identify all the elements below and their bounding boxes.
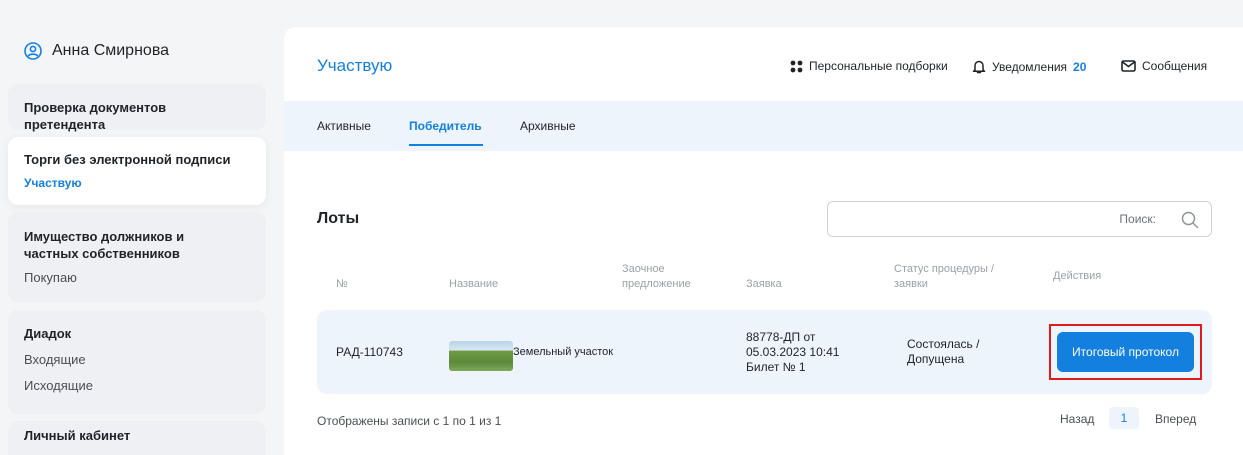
sidebar-card-document-check[interactable]: Проверка документов претендента: [8, 84, 266, 132]
search-input[interactable]: Поиск:: [827, 201, 1212, 237]
page-title: Участвую: [317, 56, 393, 75]
personal-selections-link[interactable]: Персональные подборки: [790, 59, 948, 73]
column-header-status: Статус процедуры / заявки: [894, 263, 995, 290]
messages-label: Сообщения: [1142, 59, 1208, 73]
records-summary: Отображены записи с 1 по 1 из 1: [317, 414, 502, 428]
active-tab-indicator: [409, 144, 483, 146]
lot-name[interactable]: Земельный участок: [513, 345, 613, 360]
notifications-label: Уведомления: [992, 59, 1068, 74]
grid-dots-icon: [790, 60, 803, 72]
sidebar-card-title: Имущество должников и частных собственни…: [24, 229, 185, 261]
sidebar-item-buy[interactable]: Покупаю: [24, 269, 250, 286]
sidebar-card-no-signature[interactable]: Торги без электронной подписи Участвую: [8, 137, 266, 205]
tab-active[interactable]: Активные: [317, 119, 371, 133]
lot-thumbnail: [449, 341, 513, 371]
status-line-2: Допущена: [907, 352, 965, 366]
final-protocol-button[interactable]: Итоговый протокол: [1057, 332, 1194, 372]
sidebar-card-title: Проверка документов претендента: [24, 100, 167, 132]
application-line-2: 05.03.2023 10:41: [746, 345, 840, 359]
sidebar-item-incoming[interactable]: Входящие: [24, 351, 250, 368]
personal-selections-label: Персональные подборки: [809, 59, 948, 73]
column-header-number: №: [336, 278, 348, 290]
tab-archive[interactable]: Архивные: [520, 119, 576, 133]
envelope-icon: [1121, 60, 1136, 72]
lot-number[interactable]: РАД-110743: [336, 345, 403, 360]
messages-link[interactable]: Сообщения: [1121, 59, 1207, 73]
sidebar-card-account[interactable]: Личный кабинет: [8, 421, 266, 455]
status-line-1: Состоялась /: [907, 337, 980, 351]
pagination-prev[interactable]: Назад: [1060, 412, 1094, 426]
lots-heading: Лоты: [317, 210, 360, 227]
main-panel: Участвую Персональные подборки Уведомлен…: [284, 27, 1243, 455]
search-icon[interactable]: [1181, 211, 1199, 229]
pagination-page[interactable]: 1: [1109, 407, 1139, 429]
column-header-offer: Заочное предложение: [622, 263, 691, 290]
column-header-name: Название: [449, 278, 499, 290]
sidebar-item-participate[interactable]: Участвую: [24, 175, 250, 192]
notifications-count: 20: [1073, 59, 1087, 74]
user-profile[interactable]: Анна Смирнова: [24, 42, 169, 60]
sidebar-card-title: Личный кабинет: [24, 428, 131, 443]
column-header-actions: Действия: [1053, 270, 1102, 282]
user-name: Анна Смирнова: [52, 42, 170, 59]
notifications-link[interactable]: Уведомления 20: [972, 59, 1086, 74]
search-placeholder: Поиск:: [1119, 212, 1156, 226]
column-header-application: Заявка: [746, 278, 782, 290]
sidebar-card-title: Торги без электронной подписи: [24, 152, 231, 167]
pagination-next[interactable]: Вперед: [1155, 412, 1196, 426]
application-line-3: Билет № 1: [746, 360, 806, 374]
bell-icon: [972, 60, 986, 74]
sidebar-card-diadoc[interactable]: Диадок Входящие Исходящие: [8, 310, 266, 414]
tabs-bar: Активные Победитель Архивные: [284, 101, 1243, 151]
sidebar-card-debtor-property[interactable]: Имущество должников и частных собственни…: [8, 212, 266, 302]
sidebar-item-outgoing[interactable]: Исходящие: [24, 377, 250, 394]
sidebar: Анна Смирнова Проверка документов претен…: [0, 0, 268, 455]
table-row: РАД-110743 Земельный участок 88778-ДП от…: [317, 310, 1212, 394]
user-circle-icon: [24, 42, 42, 60]
tab-winner[interactable]: Победитель: [409, 119, 482, 133]
sidebar-card-title: Диадок: [24, 326, 72, 341]
application-line-1: 88778-ДП от: [746, 330, 816, 344]
